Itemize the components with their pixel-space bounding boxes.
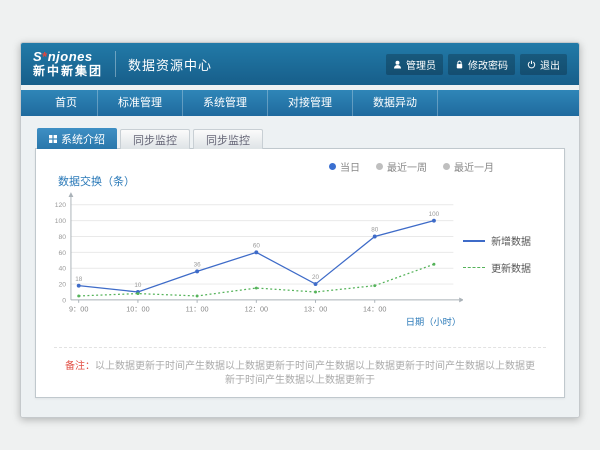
series-legend-new-data[interactable]: 新增数据 bbox=[463, 233, 564, 248]
data-point bbox=[314, 291, 317, 294]
x-tick-label: 12：00 bbox=[245, 305, 268, 314]
y-tick-label: 0 bbox=[62, 297, 66, 304]
y-axis-arrow-icon bbox=[69, 192, 74, 197]
nav-item-data-change[interactable]: 数据异动 bbox=[353, 90, 438, 116]
data-point bbox=[432, 219, 436, 223]
solid-line-sample-icon bbox=[463, 240, 485, 242]
tab-system-intro[interactable]: 系统介绍 bbox=[37, 128, 117, 149]
brand-logo: S*njones 新中新集团 bbox=[33, 50, 103, 77]
data-point bbox=[432, 263, 435, 266]
change-password-label: 修改密码 bbox=[468, 57, 508, 72]
tab-sync-monitor-1[interactable]: 同步监控 bbox=[120, 129, 190, 149]
tab-sync-monitor-2-label: 同步监控 bbox=[206, 132, 250, 148]
tab-bar: 系统介绍 同步监控 同步监控 bbox=[37, 128, 565, 149]
admin-user-button[interactable]: 管理员 bbox=[386, 54, 443, 75]
data-point bbox=[196, 294, 199, 297]
footnote-prefix: 备注： bbox=[65, 361, 95, 372]
tab-sync-monitor-2[interactable]: 同步监控 bbox=[193, 129, 263, 149]
x-tick-label: 9：00 bbox=[69, 305, 88, 314]
footnote: 备注：以上数据更新于时间产生数据以上数据更新于时间产生数据以上数据更新于时间产生… bbox=[54, 347, 546, 388]
today-dot-icon bbox=[329, 163, 336, 170]
nav-item-system-mgmt[interactable]: 系统管理 bbox=[183, 90, 268, 116]
data-point-label: 60 bbox=[253, 242, 261, 249]
content-panel: 当日 最近一周 最近一月 数据交换（条） 0 20 40 60 80 100 120 9：00… bbox=[35, 148, 565, 398]
x-tick-label: 11：00 bbox=[186, 305, 209, 314]
main-nav: 首页 标准管理 系统管理 对接管理 数据异动 bbox=[21, 90, 579, 116]
tab-system-intro-label: 系统介绍 bbox=[61, 131, 105, 147]
series-legend: 新增数据 更新数据 bbox=[463, 189, 564, 339]
y-tick-label: 120 bbox=[55, 202, 67, 209]
header-divider bbox=[115, 51, 116, 77]
brand-logo-subtitle: 新中新集团 bbox=[33, 65, 103, 78]
data-point bbox=[254, 250, 258, 254]
filter-today-label: 当日 bbox=[340, 159, 360, 174]
y-tick-label: 80 bbox=[59, 234, 67, 241]
series-update-data-label: 更新数据 bbox=[491, 260, 531, 275]
chart-y-axis-label: 数据交换（条） bbox=[58, 173, 564, 187]
app-header: S*njones 新中新集团 数据资源中心 管理员 修改密码 bbox=[21, 43, 579, 85]
data-point-label: 20 bbox=[312, 274, 320, 281]
range-filter-legend: 当日 最近一周 最近一月 bbox=[36, 149, 564, 173]
last-week-dot-icon bbox=[376, 163, 383, 170]
data-point-label: 80 bbox=[371, 227, 379, 234]
y-tick-label: 40 bbox=[59, 266, 67, 273]
filter-last-week-label: 最近一周 bbox=[387, 159, 427, 174]
data-point-label: 18 bbox=[75, 276, 83, 283]
page-title: 数据资源中心 bbox=[128, 55, 212, 74]
filter-last-month[interactable]: 最近一月 bbox=[443, 159, 494, 173]
chart-row: 0 20 40 60 80 100 120 9：00 10：00 11：00 12：00 13：00 1… bbox=[36, 189, 564, 339]
x-tick-label: 14：00 bbox=[363, 305, 386, 314]
data-point bbox=[314, 282, 318, 286]
logout-label: 退出 bbox=[540, 57, 560, 72]
nav-item-connection-mgmt[interactable]: 对接管理 bbox=[268, 90, 353, 116]
admin-user-label: 管理员 bbox=[406, 57, 436, 72]
x-tick-label: 10：00 bbox=[126, 305, 149, 314]
data-point-label: 10 bbox=[134, 282, 142, 289]
y-tick-label: 60 bbox=[59, 250, 67, 257]
nav-item-home[interactable]: 首页 bbox=[35, 90, 98, 116]
data-point bbox=[195, 269, 199, 273]
data-point bbox=[373, 235, 377, 239]
data-point bbox=[77, 284, 81, 288]
logout-button[interactable]: 退出 bbox=[520, 54, 567, 75]
grid-icon bbox=[49, 135, 57, 143]
filter-last-week[interactable]: 最近一周 bbox=[376, 159, 427, 173]
filter-today[interactable]: 当日 bbox=[329, 159, 360, 173]
series-legend-update-data[interactable]: 更新数据 bbox=[463, 260, 564, 275]
person-icon bbox=[393, 60, 402, 69]
data-point bbox=[255, 287, 258, 290]
data-point bbox=[373, 284, 376, 287]
series-new-data-label: 新增数据 bbox=[491, 233, 531, 248]
data-point-label: 100 bbox=[429, 211, 440, 218]
x-tick-label: 13：00 bbox=[304, 305, 327, 314]
data-point bbox=[77, 294, 80, 297]
data-point-label: 36 bbox=[194, 262, 202, 269]
power-icon bbox=[527, 60, 536, 69]
nav-item-standard-mgmt[interactable]: 标准管理 bbox=[98, 90, 183, 116]
last-month-dot-icon bbox=[443, 163, 450, 170]
series-line-0 bbox=[79, 221, 434, 292]
content-area: 系统介绍 同步监控 同步监控 当日 最近一周 bbox=[21, 116, 579, 418]
y-tick-label: 100 bbox=[55, 218, 67, 225]
change-password-button[interactable]: 修改密码 bbox=[448, 54, 515, 75]
tab-sync-monitor-1-label: 同步监控 bbox=[133, 132, 177, 148]
line-chart: 0 20 40 60 80 100 120 9：00 10：00 11：00 12：00 13：00 1… bbox=[36, 189, 463, 339]
brand-logo-name: S*njones bbox=[33, 50, 103, 64]
lock-icon bbox=[455, 60, 464, 69]
y-tick-label: 20 bbox=[59, 281, 67, 288]
footnote-text: 以上数据更新于时间产生数据以上数据更新于时间产生数据以上数据更新于时间产生数据以… bbox=[95, 361, 535, 386]
chart-x-axis-label: 日期（小时） bbox=[406, 316, 461, 327]
dotted-line-sample-icon bbox=[463, 267, 485, 268]
header-buttons: 管理员 修改密码 退出 bbox=[386, 54, 567, 75]
filter-last-month-label: 最近一月 bbox=[454, 159, 494, 174]
app-window: S*njones 新中新集团 数据资源中心 管理员 修改密码 bbox=[20, 42, 580, 418]
data-point bbox=[136, 292, 139, 295]
